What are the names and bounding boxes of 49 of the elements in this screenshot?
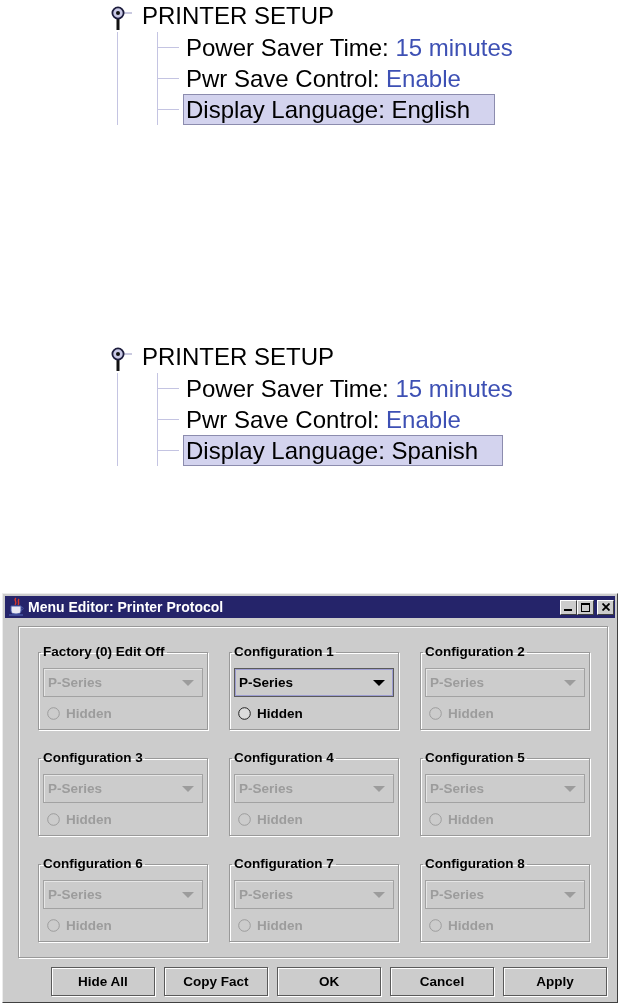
tree-branch-line [158, 419, 179, 420]
group-title: Configuration 6 [42, 856, 144, 872]
tree-branch-line [158, 47, 179, 48]
dropdown-arrow-icon [182, 785, 194, 792]
dropdown-arrow-icon [373, 785, 385, 792]
dropdown-arrow-icon [373, 679, 385, 686]
tree-branch-line [158, 450, 179, 451]
dialog-button[interactable]: Apply [503, 967, 607, 996]
tree-item[interactable]: Display Language: Spanish [183, 435, 504, 466]
tree-root-label[interactable]: PRINTER SETUP [142, 0, 335, 32]
tree-node-handle-icon[interactable] [110, 347, 132, 371]
group-title: Configuration 5 [424, 750, 526, 766]
radio-option[interactable]: Hidden [234, 702, 394, 724]
dialog-button[interactable]: Cancel [390, 967, 494, 996]
group-title: Configuration 2 [424, 644, 526, 660]
tree-branch-line [158, 388, 179, 389]
minimize-icon [563, 609, 572, 611]
coffee-cup-icon [8, 597, 24, 617]
tree-node-handle-icon[interactable] [110, 6, 132, 30]
window-title: Menu Editor: Printer Protocol [28, 599, 224, 615]
tree-branch-line [158, 78, 179, 79]
tree-item[interactable]: Pwr Save Control: Enable [183, 63, 486, 94]
dialog-button[interactable]: OK [277, 967, 381, 996]
dropdown-arrow-icon [564, 891, 576, 898]
dropdown-arrow-icon [182, 891, 194, 898]
protocol-dropdown[interactable]: P-Series [234, 668, 394, 697]
tree-root-label[interactable]: PRINTER SETUP [142, 341, 335, 373]
tree-item[interactable]: Power Saver Time: 15 minutes [183, 373, 538, 404]
close-button[interactable] [597, 599, 614, 615]
group-title: Configuration 3 [42, 750, 144, 766]
group-title: Factory (0) Edit Off [42, 644, 166, 660]
maximize-button[interactable] [577, 599, 594, 615]
tree-item[interactable]: Pwr Save Control: Enable [183, 404, 486, 435]
close-icon [601, 603, 610, 611]
maximize-icon [581, 602, 590, 612]
group-title: Configuration 4 [233, 750, 335, 766]
dropdown-arrow-icon [373, 891, 385, 898]
group-title: Configuration 7 [233, 856, 335, 872]
dialog-button[interactable]: Hide All [51, 967, 155, 996]
minimize-button[interactable] [560, 599, 577, 615]
tree-branch-line [158, 109, 179, 110]
group-title: Configuration 8 [424, 856, 526, 872]
group-title: Configuration 1 [233, 644, 335, 660]
dropdown-arrow-icon [564, 785, 576, 792]
dropdown-arrow-icon [564, 679, 576, 686]
dropdown-arrow-icon [182, 679, 194, 686]
tree-item[interactable]: Power Saver Time: 15 minutes [183, 32, 538, 63]
tree-item[interactable]: Display Language: English [183, 94, 496, 125]
dialog-button[interactable]: Copy Fact [164, 967, 268, 996]
